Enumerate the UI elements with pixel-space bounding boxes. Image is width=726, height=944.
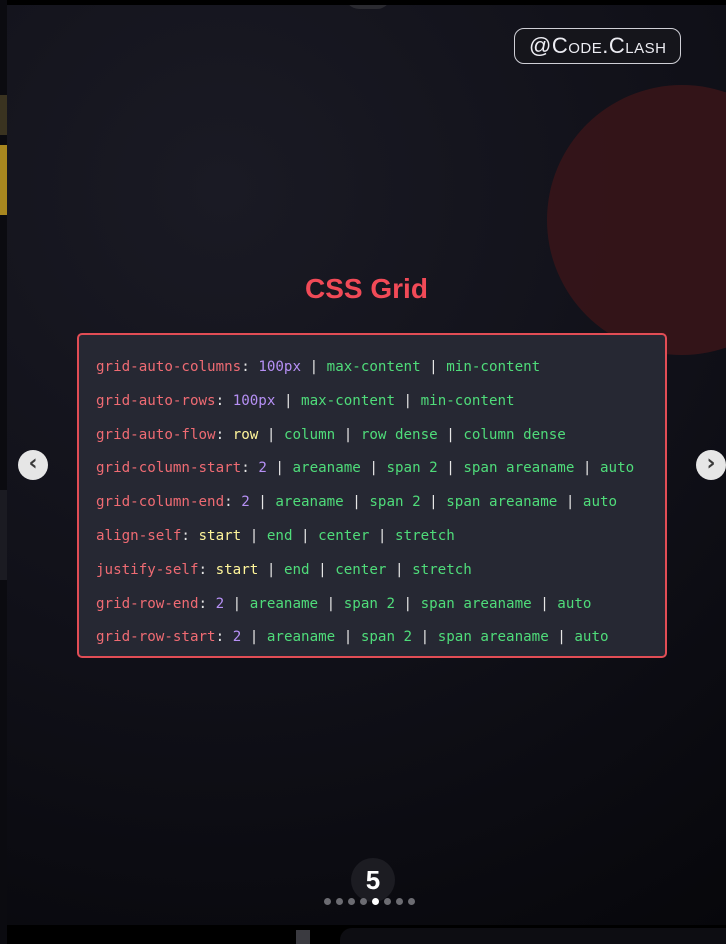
css-value: areaname	[275, 494, 344, 511]
css-value: 100px	[258, 359, 302, 375]
css-value: auto	[582, 494, 618, 511]
pagination-dot[interactable]	[408, 898, 415, 905]
css-value: span 2	[343, 595, 395, 612]
css-value: start	[215, 561, 259, 578]
left-edge-panel	[0, 0, 7, 944]
pagination-dot[interactable]	[348, 898, 355, 905]
chevron-right-icon: ›	[706, 451, 716, 476]
css-value: max-content	[326, 359, 421, 375]
css-property: grid-column-end	[96, 494, 225, 511]
account-handle: @Code.Clash	[514, 28, 682, 64]
css-value: 2	[215, 595, 225, 612]
pagination-dot[interactable]	[384, 898, 391, 905]
css-value: areaname	[266, 629, 336, 646]
code-line: justify-self: start | end | center | str…	[96, 561, 472, 578]
story-slide[interactable]: @Code.Clash CSS Grid grid-auto-columns: …	[7, 5, 726, 925]
css-value: 2	[241, 494, 250, 511]
css-value: span 2	[360, 629, 413, 646]
code-line: grid-auto-flow: row | column | row dense…	[96, 426, 566, 443]
css-property: align-self	[96, 527, 182, 544]
pagination-dot[interactable]	[336, 898, 343, 905]
css-value: 2	[232, 629, 242, 646]
css-property: grid-row-start	[96, 629, 216, 646]
code-line: grid-auto-columns: 100px | max-content |…	[96, 359, 541, 375]
css-value: stretch	[412, 561, 472, 578]
css-value: row dense	[360, 426, 438, 443]
pagination-dots	[324, 898, 415, 905]
css-value: start	[198, 527, 242, 544]
code-block: grid-auto-columns: 100px | max-content |…	[77, 333, 667, 658]
code-line: grid-row-start: 2 | areaname | span 2 | …	[96, 629, 609, 646]
top-handle	[345, 5, 391, 9]
css-property: grid-auto-rows	[96, 392, 216, 409]
code-line: grid-auto-rows: 100px | max-content | mi…	[96, 392, 515, 409]
code-line: grid-column-start: 2 | areaname | span 2…	[96, 460, 635, 477]
css-value: max-content	[301, 392, 395, 409]
css-value: 100px	[232, 392, 276, 409]
bottom-bar	[340, 928, 726, 944]
pagination-dot[interactable]	[396, 898, 403, 905]
next-slide-button[interactable]: ›	[696, 450, 726, 480]
css-property: grid-auto-flow	[96, 426, 216, 443]
css-value: span areaname	[420, 595, 532, 612]
css-value: end	[283, 561, 310, 578]
background-thumbnail	[0, 490, 7, 580]
previous-slide-button[interactable]: ‹	[18, 450, 48, 480]
chevron-left-icon: ‹	[28, 451, 38, 476]
css-property: grid-auto-columns	[96, 359, 242, 375]
css-value: 2	[258, 460, 267, 477]
css-property: grid-row-end	[96, 595, 199, 612]
background-thumbnail	[0, 95, 7, 135]
css-value: column dense	[463, 426, 566, 443]
code-line: grid-column-end: 2 | areaname | span 2 |…	[96, 494, 618, 511]
css-value: center	[335, 561, 387, 578]
code-line: align-self: start | end | center | stret…	[96, 527, 455, 544]
css-value: auto	[574, 629, 609, 646]
css-value: span areaname	[463, 460, 575, 477]
css-value: span areaname	[437, 629, 549, 646]
css-value: auto	[557, 595, 592, 612]
code-line: grid-row-end: 2 | areaname | span 2 | sp…	[96, 595, 592, 612]
css-value: span 2	[369, 494, 421, 511]
css-value: min-content	[420, 392, 515, 409]
pagination-dot[interactable]	[372, 898, 379, 905]
css-value: areaname	[292, 460, 361, 477]
css-value: center	[318, 527, 370, 544]
pagination-dot[interactable]	[324, 898, 331, 905]
scroll-thumb[interactable]	[296, 930, 310, 944]
slide-title: CSS Grid	[305, 273, 428, 304]
css-property: grid-column-start	[96, 460, 242, 477]
css-value: auto	[600, 460, 635, 477]
css-value: span areaname	[446, 494, 558, 511]
pagination-dot[interactable]	[360, 898, 367, 905]
css-value: row	[232, 426, 259, 443]
css-value: end	[266, 527, 293, 544]
css-value: stretch	[394, 527, 455, 544]
css-value: min-content	[446, 359, 541, 375]
css-value: areaname	[249, 595, 319, 612]
page-number-badge: 5	[351, 858, 395, 902]
background-thumbnail	[0, 145, 7, 215]
css-property: justify-self	[96, 561, 199, 578]
css-value: column	[283, 426, 336, 443]
decorative-circle	[547, 85, 726, 355]
css-value: span 2	[386, 460, 438, 477]
